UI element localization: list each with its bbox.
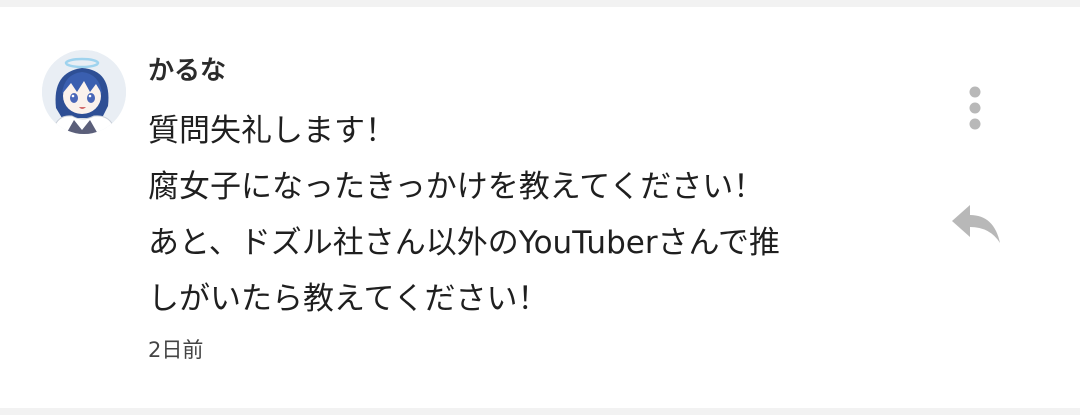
more-options-button[interactable]	[952, 80, 998, 136]
comment-line: あと、ドズル社さん以外のYouTuberさんで推	[148, 225, 781, 261]
avatar[interactable]	[42, 50, 126, 134]
comment-line: しがいたら教えてください！	[148, 281, 549, 317]
comment-author[interactable]: かるな	[148, 53, 226, 89]
reply-button[interactable]	[946, 199, 1004, 251]
comment-text: 質問失礼します！ 腐女子になったきっかけを教えてください！ あと、ドズル社さん以…	[148, 103, 908, 327]
comment-line: 質問失礼します！	[148, 113, 396, 149]
comment-card: かるな 質問失礼します！ 腐女子になったきっかけを教えてください！ あと、ドズル…	[0, 7, 1080, 408]
more-vert-icon	[969, 86, 981, 130]
comment-timestamp: 2日前	[148, 338, 204, 362]
comment-line: 腐女子になったきっかけを教えてください！	[148, 169, 765, 205]
reply-icon	[952, 205, 1000, 243]
avatar-image	[42, 50, 126, 134]
